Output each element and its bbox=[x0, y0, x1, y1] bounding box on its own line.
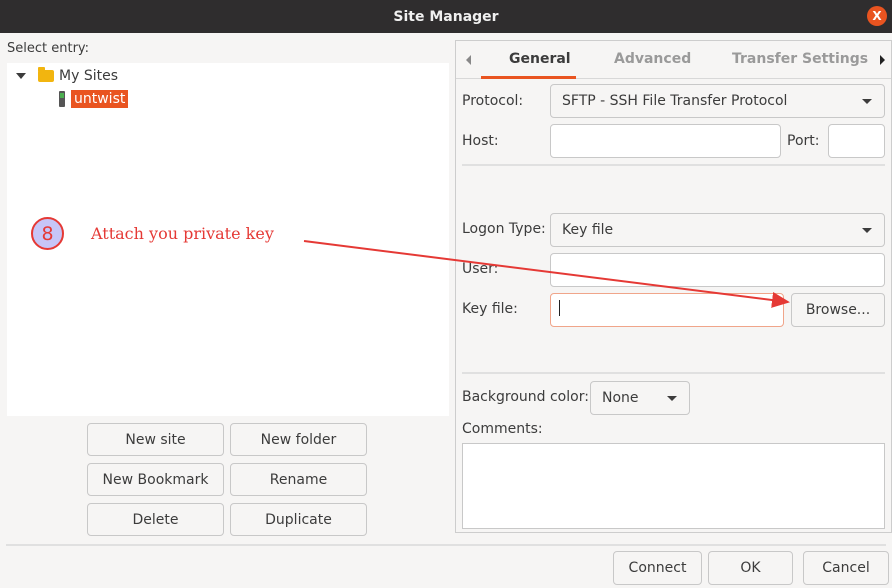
logon-type-value: Key file bbox=[562, 222, 614, 238]
server-icon bbox=[59, 91, 65, 107]
window-title: Site Manager bbox=[393, 8, 499, 25]
comments-textarea[interactable] bbox=[462, 443, 885, 529]
comments-label: Comments: bbox=[462, 421, 543, 437]
protocol-select[interactable]: SFTP - SSH File Transfer Protocol bbox=[550, 84, 885, 118]
new-folder-button[interactable]: New folder bbox=[230, 423, 367, 456]
rename-button[interactable]: Rename bbox=[230, 463, 367, 496]
logon-type-label: Logon Type: bbox=[462, 221, 546, 237]
delete-button[interactable]: Delete bbox=[87, 503, 224, 536]
logon-type-select[interactable]: Key file bbox=[550, 213, 885, 247]
protocol-label: Protocol: bbox=[462, 93, 524, 109]
new-site-button[interactable]: New site bbox=[87, 423, 224, 456]
divider bbox=[462, 372, 885, 374]
host-input[interactable] bbox=[550, 124, 781, 158]
tab-bar: General Advanced Transfer Settings bbox=[456, 41, 891, 79]
port-label: Port: bbox=[787, 133, 820, 149]
new-bookmark-button[interactable]: New Bookmark bbox=[87, 463, 224, 496]
cancel-button[interactable]: Cancel bbox=[803, 551, 889, 585]
annotation-step-number: 8 bbox=[41, 222, 54, 245]
chevron-down-icon bbox=[667, 396, 677, 401]
key-file-input[interactable] bbox=[550, 293, 784, 327]
expander-icon[interactable] bbox=[16, 73, 26, 79]
tree-item-label: untwist bbox=[71, 90, 129, 108]
text-cursor bbox=[559, 300, 560, 316]
divider bbox=[462, 164, 885, 166]
footer-divider bbox=[6, 544, 886, 546]
browse-button[interactable]: Browse... bbox=[791, 293, 885, 327]
key-file-label: Key file: bbox=[462, 301, 518, 317]
annotation-text: Attach you private key bbox=[91, 224, 274, 243]
duplicate-button[interactable]: Duplicate bbox=[230, 503, 367, 536]
scroll-right-icon[interactable] bbox=[880, 55, 885, 65]
active-tab-indicator bbox=[481, 76, 576, 79]
host-label: Host: bbox=[462, 133, 499, 149]
ok-button[interactable]: OK bbox=[708, 551, 793, 585]
protocol-value: SFTP - SSH File Transfer Protocol bbox=[562, 93, 788, 109]
tab-advanced[interactable]: Advanced bbox=[614, 51, 691, 67]
port-input[interactable] bbox=[828, 124, 885, 158]
scroll-left-icon[interactable] bbox=[466, 55, 471, 65]
tree-item-site[interactable]: untwist bbox=[59, 89, 129, 109]
annotation-step-badge: 8 bbox=[31, 217, 64, 250]
background-color-value: None bbox=[602, 390, 639, 406]
user-input[interactable] bbox=[550, 253, 885, 287]
background-color-label: Background color: bbox=[462, 389, 589, 405]
close-icon: X bbox=[872, 9, 882, 23]
chevron-down-icon bbox=[862, 99, 872, 104]
close-button[interactable]: X bbox=[867, 6, 887, 26]
user-label: User: bbox=[462, 261, 499, 277]
select-entry-label: Select entry: bbox=[7, 41, 90, 56]
tree-item-my-sites[interactable]: My Sites bbox=[16, 66, 118, 86]
site-settings-panel: General Advanced Transfer Settings Proto… bbox=[455, 40, 892, 533]
tree-item-label: My Sites bbox=[59, 68, 118, 84]
tab-transfer-settings[interactable]: Transfer Settings bbox=[732, 51, 868, 67]
connect-button[interactable]: Connect bbox=[613, 551, 702, 585]
tab-general[interactable]: General bbox=[509, 51, 571, 67]
folder-icon bbox=[38, 67, 54, 82]
chevron-down-icon bbox=[862, 228, 872, 233]
title-bar: Site Manager X bbox=[0, 0, 892, 33]
background-color-select[interactable]: None bbox=[590, 381, 690, 415]
